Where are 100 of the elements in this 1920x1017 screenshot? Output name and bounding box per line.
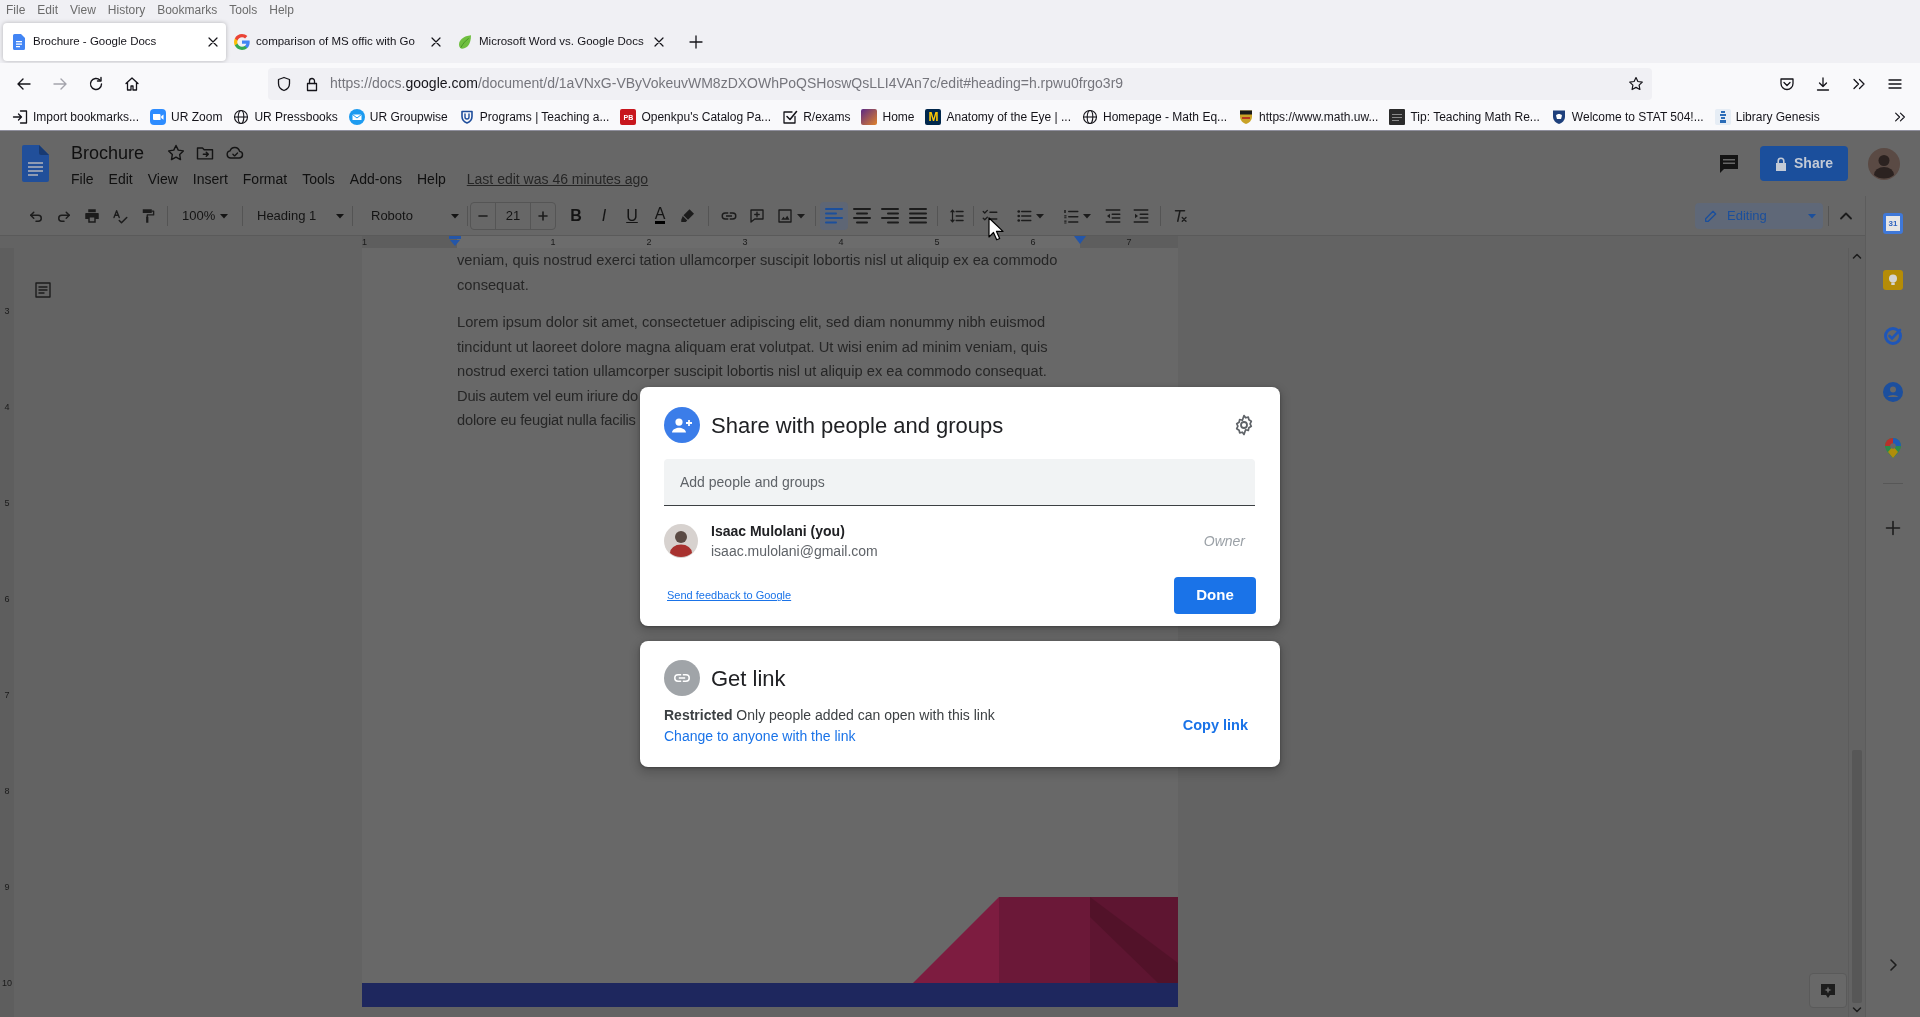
docs-logo-icon[interactable] [22, 145, 49, 182]
font-size-control[interactable]: 21 [470, 201, 556, 230]
ruler-number: 5 [4, 498, 10, 508]
shield-icon[interactable] [276, 75, 292, 92]
font-size-field[interactable]: 21 [495, 202, 531, 229]
caret-down-icon[interactable] [1852, 1005, 1862, 1015]
zoom-dropdown[interactable]: 100% [173, 201, 238, 230]
close-icon[interactable] [208, 36, 218, 47]
add-comment-icon[interactable] [748, 206, 766, 225]
ruler-number: 2 [646, 237, 652, 247]
line-spacing-icon[interactable] [948, 206, 966, 225]
bookmark[interactable]: R/exams [782, 108, 851, 126]
bookmark[interactable]: https://www.math.uw... [1238, 108, 1379, 126]
menu-item[interactable]: Edit [37, 1, 59, 19]
share-button[interactable]: Share [1760, 146, 1848, 181]
browser-tab[interactable]: Brochure - Google Docs [3, 22, 226, 61]
done-button[interactable]: Done [1174, 577, 1256, 614]
explore-button[interactable] [1809, 973, 1847, 1008]
add-people-field[interactable]: Add people and groups [664, 459, 1255, 506]
ruler-number: 9 [4, 882, 10, 892]
font-dropdown[interactable]: Roboto [355, 201, 465, 230]
pocket-icon[interactable] [1779, 75, 1795, 92]
last-edit-link[interactable]: Last edit was 46 minutes ago [466, 168, 649, 190]
bookmark[interactable]: M Anatomy of the Eye | ... [925, 108, 1071, 126]
lock-icon[interactable] [304, 75, 320, 92]
copy-link-button[interactable]: Copy link [1174, 709, 1256, 743]
lock-icon [1775, 156, 1788, 171]
menu-item[interactable]: Bookmarks [157, 1, 218, 19]
checkbox-icon [782, 109, 799, 125]
menu-item[interactable]: Help [417, 168, 446, 190]
indent-decrease-icon[interactable] [1104, 206, 1122, 225]
ruler-number: 4 [838, 237, 844, 247]
ruler-number: 8 [4, 786, 10, 796]
lightbulb-icon[interactable] [1883, 270, 1903, 290]
paragraph: Lorem ipsum dolor sit amet, consectetuer adipiscing elit, sed diam nonummy nibh euismod tincidunt ut laoreet dolore magna aliquam erat volutpat. Ut wisi enim ad minim veniam, quis nostrud exerci tation ullamcorper suscipit lobortis nisl ut aliquip ex ea commodo consequat. [457, 313, 1048, 381]
browser-tab[interactable]: Microsoft Word vs. Google Docs [449, 22, 672, 61]
bookmark[interactable]: Welcome to STAT 504!... [1550, 108, 1704, 126]
bookmark[interactable]: Home [861, 108, 915, 126]
paragraph: veniam, quis nostrud exerci tation ullamcorper suscipit lobortis nisl ut aliquip ex ea commodo consequat. [457, 251, 1058, 295]
paragraph-style-dropdown[interactable]: Heading 1 [247, 201, 350, 230]
shield-icon [458, 109, 475, 125]
map-pin-icon[interactable] [1885, 438, 1901, 458]
bookmark[interactable]: Import bookmarks... [12, 108, 140, 126]
caret-up-icon[interactable] [1852, 251, 1862, 261]
address-bar[interactable]: https://docs.google.com/document/d/1aVNxG-VByVokeuvWM8zDXOWhPoQSHoswQsLLI4VAn7c/edit#heading=h.rpwu0frgo3r9 [268, 67, 1652, 100]
reload-icon[interactable] [88, 75, 104, 92]
ruler-number: 7 [1126, 237, 1132, 247]
calendar-icon[interactable]: 31 [1883, 213, 1903, 234]
home-icon[interactable] [124, 75, 140, 92]
menu-item[interactable]: Edit [108, 168, 133, 190]
bookmark[interactable]: UR Pressbooks [233, 108, 338, 126]
menu-item[interactable]: Insert [192, 168, 228, 190]
close-icon[interactable] [654, 36, 664, 47]
print-icon[interactable] [83, 206, 101, 225]
close-icon[interactable] [431, 36, 441, 47]
menu-item[interactable]: Add-ons [349, 168, 402, 190]
bookmark[interactable]: Programs | Teaching a... [458, 108, 610, 126]
menu-item[interactable]: Format [242, 168, 288, 190]
menu-item[interactable]: History [107, 1, 146, 19]
download-icon[interactable] [1815, 75, 1831, 92]
menu-item[interactable]: Help [269, 1, 294, 19]
menu-item[interactable]: Tools [302, 168, 335, 190]
chevron-right-icon[interactable] [1887, 957, 1899, 973]
bookmark[interactable]: UR Zoom [150, 108, 223, 126]
bold-button[interactable]: B [562, 201, 590, 230]
ruler-number: 1 [550, 237, 556, 247]
bookmark[interactable]: UR Groupwise [348, 108, 448, 126]
bookmark[interactable]: Homepage - Math Eq... [1082, 108, 1228, 126]
menu-item[interactable]: View [147, 168, 178, 190]
list-icon[interactable] [34, 281, 52, 299]
plus-icon[interactable] [689, 34, 703, 49]
ruler-number: 10 [2, 978, 12, 988]
avatar-icon [664, 524, 698, 558]
indent-marker-icon[interactable] [449, 236, 461, 246]
text-color-button[interactable]: A [646, 201, 674, 230]
indent-increase-icon[interactable] [1132, 206, 1150, 225]
italic-button[interactable]: I [590, 201, 618, 230]
menu-item[interactable]: File [6, 1, 26, 19]
menu-item[interactable]: Tools [229, 1, 258, 19]
avatar-icon[interactable] [1868, 147, 1900, 180]
star-icon[interactable] [166, 143, 187, 163]
chevrons-icon[interactable] [1893, 110, 1907, 124]
document-title[interactable]: Brochure [71, 139, 145, 167]
bookmark[interactable]: Tip: Teaching Math Re... [1389, 108, 1540, 126]
check-circle-icon[interactable] [1883, 326, 1903, 346]
globe-icon [1082, 109, 1098, 125]
change-access-link[interactable]: Change to anyone with the link [664, 725, 995, 747]
column-icon [1714, 109, 1731, 125]
link-icon [664, 660, 700, 696]
bookmark-star-icon[interactable] [1628, 75, 1644, 92]
underline-button[interactable]: U [618, 201, 646, 230]
ruler-number: 3 [742, 237, 748, 247]
feedback-link[interactable]: Send feedback to Google [667, 587, 792, 604]
marker-pen-icon[interactable] [679, 206, 697, 225]
image-icon[interactable] [776, 206, 794, 225]
role-label: Owner [1203, 531, 1245, 551]
menu-item[interactable]: View [70, 1, 96, 19]
browser-tab[interactable]: comparison of MS offic with Go [226, 22, 449, 61]
bookmark[interactable]: Library Genesis [1714, 108, 1820, 126]
menu-item[interactable]: File [71, 168, 94, 190]
